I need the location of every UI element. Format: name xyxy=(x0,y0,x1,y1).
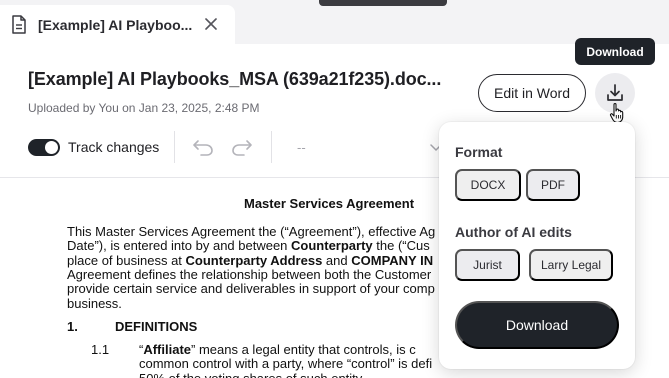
text-run: and xyxy=(322,252,352,268)
style-select[interactable]: -- xyxy=(297,140,306,155)
paragraph-line: business. xyxy=(67,296,122,311)
author-option-larry-legal[interactable]: Larry Legal xyxy=(529,249,613,281)
subsection-number: 1.1 xyxy=(91,342,110,357)
text-run: This Master Services Agreement the (“Agr… xyxy=(67,224,436,239)
window-drag-handle[interactable] xyxy=(319,0,447,6)
close-icon[interactable] xyxy=(202,15,220,33)
bold-text-run: COMPANY IN xyxy=(351,252,434,268)
author-label: Author of AI edits xyxy=(455,224,572,240)
toggle-knob xyxy=(45,141,58,154)
text-run: common control with a party, where “cont… xyxy=(139,356,433,372)
author-option-jurist[interactable]: Jurist xyxy=(455,249,520,281)
track-changes-label: Track changes xyxy=(68,139,160,155)
hand-cursor-icon xyxy=(609,102,624,124)
document-title: [Example] AI Playbooks_MSA (639a21f235).… xyxy=(28,69,442,89)
subsection-line: “Affiliate” means a legal entity that co… xyxy=(139,342,416,357)
edit-in-word-button[interactable]: Edit in Word xyxy=(478,74,586,112)
undo-button[interactable] xyxy=(191,136,215,158)
track-changes-toggle[interactable] xyxy=(28,139,60,156)
undo-icon xyxy=(193,140,213,156)
format-label: Format xyxy=(455,144,503,160)
format-option-docx[interactable]: DOCX xyxy=(455,169,521,201)
section-title: DEFINITIONS xyxy=(115,319,198,334)
toolbar-separator xyxy=(271,131,272,163)
text-run: provide certain service and deliverables… xyxy=(67,281,435,297)
download-button[interactable]: Download xyxy=(455,301,619,349)
paragraph-line: Date”), is entered into by and between C… xyxy=(67,238,430,253)
document-tab[interactable]: [Example] AI Playboo... xyxy=(0,5,235,44)
redo-icon xyxy=(232,140,252,156)
text-run: the (“Cus xyxy=(372,238,430,254)
redo-button[interactable] xyxy=(230,136,254,158)
text-run: ” means a legal entity that controls, is… xyxy=(191,342,416,357)
paragraph-line: This Master Services Agreement the (“Agr… xyxy=(67,224,435,239)
text-run: business. xyxy=(67,295,122,311)
format-option-pdf[interactable]: PDF xyxy=(526,169,580,201)
upload-meta: Uploaded by You on Jan 23, 2025, 2:48 PM xyxy=(28,101,260,115)
section-number: 1. xyxy=(67,319,78,334)
bold-text-run: Affiliate xyxy=(143,342,192,357)
text-run: place of business at xyxy=(67,252,186,268)
download-tooltip: Download xyxy=(575,38,655,65)
paragraph-line: place of business at Counterparty Addres… xyxy=(67,253,433,268)
paragraph-line: provide certain service and deliverables… xyxy=(67,281,435,296)
bold-text-run: Counterparty xyxy=(291,238,373,254)
document-heading: Master Services Agreement xyxy=(244,196,415,211)
text-run: Date”), is entered into by and between xyxy=(67,238,292,254)
text-run: 50% of the voting shares of such entity. xyxy=(139,371,365,378)
download-icon xyxy=(607,84,623,101)
paragraph-line: Agreement defines the relationship betwe… xyxy=(67,267,431,282)
toolbar-separator xyxy=(174,131,175,163)
download-popover: Format DOCX PDF Author of AI edits Juris… xyxy=(439,122,635,369)
bold-text-run: Counterparty Address xyxy=(185,252,323,268)
document-icon xyxy=(10,15,28,35)
tab-title: [Example] AI Playboo... xyxy=(38,16,193,33)
text-run: Agreement defines the relationship betwe… xyxy=(67,266,432,282)
subsection-line: 50% of the voting shares of such entity. xyxy=(139,371,365,378)
subsection-line: common control with a party, where “cont… xyxy=(139,356,432,371)
